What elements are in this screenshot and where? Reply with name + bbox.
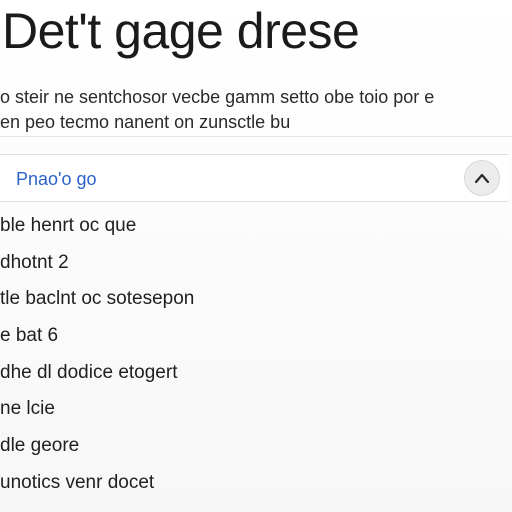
list-item[interactable]: tle baclnt oc sotesepon [0,285,194,313]
header-divider [0,136,512,137]
description-line-2: en peo tecmo nanent on zunsctle bu [0,112,291,132]
list-item[interactable]: unotics venr docet [0,469,154,497]
list-item[interactable]: dle geore [0,432,79,460]
list-item[interactable]: ble henrt oc que [0,212,136,240]
list-item[interactable]: dhotnt 2 [0,249,69,277]
dropdown-selected-value[interactable]: Pnao'o go [16,168,97,190]
description-line-1: o steir ne sentchosor vecbe gamm setto o… [0,87,435,107]
list-item[interactable]: e bat 6 [0,322,58,350]
list-item[interactable]: dhe dl dodice etogert [0,359,177,387]
chevron-up-icon [475,173,489,183]
page-title: Det't gage drese [2,3,360,59]
dropdown-toggle-button[interactable] [464,160,500,196]
list-item[interactable]: ne lcie [0,395,55,423]
dropdown-selector[interactable]: Pnao'o go [0,154,508,202]
help-page: Det't gage drese o steir ne sentchosor v… [0,0,512,512]
